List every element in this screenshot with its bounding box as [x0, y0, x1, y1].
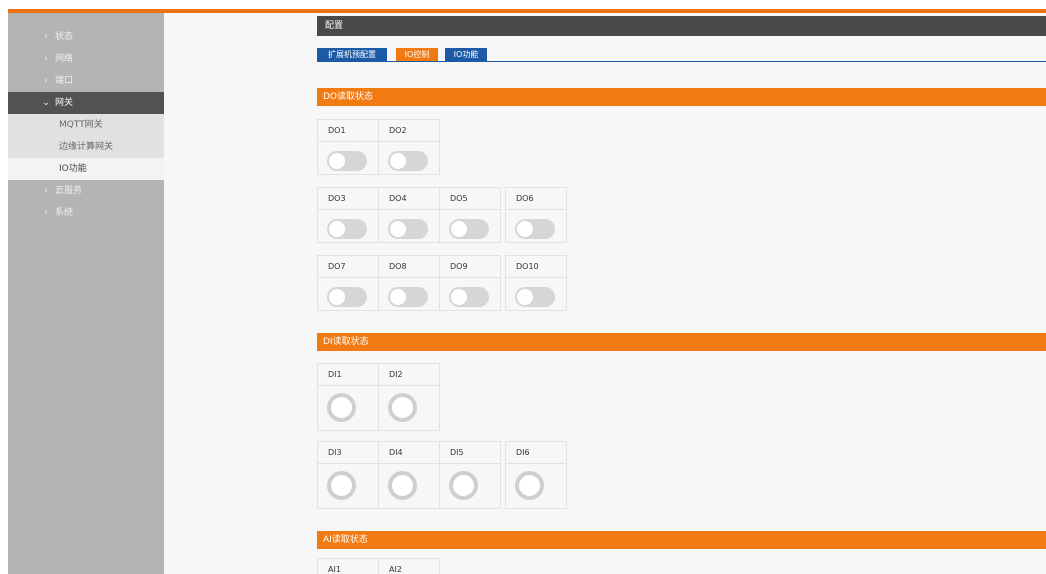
do4-toggle[interactable] — [388, 219, 428, 239]
do-section-header: DO读取状态 — [317, 88, 1046, 106]
di-cell: DI5 — [439, 441, 501, 509]
di4-status-indicator — [388, 471, 417, 500]
di3-status-indicator — [327, 471, 356, 500]
chevron-right-icon: › — [44, 54, 48, 64]
sidebar-item-label: 端口 — [55, 76, 74, 86]
do-label: DO9 — [440, 256, 500, 278]
do-cell: DO1 — [317, 119, 379, 175]
di-label: DI2 — [379, 364, 439, 386]
do7-toggle[interactable] — [327, 287, 367, 307]
do-cell: DO10 — [505, 255, 567, 311]
di-label: DI1 — [318, 364, 378, 386]
do8-toggle[interactable] — [388, 287, 428, 307]
chevron-right-icon: › — [44, 76, 48, 86]
do-label: DO5 — [440, 188, 500, 210]
main-panel: 配置 扩展机预配置 IO控制 IO功能 DO读取状态 DO1 DO2 DO3 D… — [164, 13, 1046, 574]
sidebar-subitem-mqtt-gateway[interactable]: MQTT网关 — [8, 114, 164, 136]
toggle-knob — [517, 221, 533, 237]
sidebar-item-gateway[interactable]: ⌄ 网关 — [8, 92, 164, 114]
do-label: DO8 — [379, 256, 439, 278]
toggle-knob — [451, 221, 467, 237]
do-cell: DO3 — [317, 187, 379, 243]
toggle-knob — [451, 289, 467, 305]
tab-io-control[interactable]: IO控制 — [396, 48, 438, 61]
do-cell: DO7 — [317, 255, 379, 311]
sidebar-item-label: 系统 — [55, 208, 74, 218]
di-section-header: DI读取状态 — [317, 333, 1046, 351]
do3-toggle[interactable] — [327, 219, 367, 239]
do-cell: DO8 — [378, 255, 440, 311]
di-cell: DI4 — [378, 441, 440, 509]
do-label: DO4 — [379, 188, 439, 210]
sidebar-item-status[interactable]: › 状态 — [8, 26, 164, 48]
di-cell: DI1 — [317, 363, 379, 431]
toggle-knob — [390, 289, 406, 305]
di6-status-indicator — [515, 471, 544, 500]
ai-cell: AI1 — [317, 558, 379, 574]
chevron-right-icon: › — [44, 208, 48, 218]
di2-status-indicator — [388, 393, 417, 422]
toggle-knob — [390, 221, 406, 237]
chevron-right-icon: › — [44, 186, 48, 196]
do-label: DO1 — [318, 120, 378, 142]
do-label: DO2 — [379, 120, 439, 142]
do5-toggle[interactable] — [449, 219, 489, 239]
do-cell: DO6 — [505, 187, 567, 243]
chevron-right-icon: › — [44, 32, 48, 42]
toggle-knob — [517, 289, 533, 305]
do-cell: DO5 — [439, 187, 501, 243]
do-label: DO6 — [506, 188, 566, 210]
sidebar-item-label: 网关 — [55, 98, 74, 108]
sidebar-item-cloud-service[interactable]: › 云服务 — [8, 180, 164, 202]
sidebar-item-label: 状态 — [55, 32, 74, 42]
ai-label: AI2 — [379, 559, 439, 574]
sidebar-subitem-edge-computing-gateway[interactable]: 边缘计算网关 — [8, 136, 164, 158]
di-label: DI6 — [506, 442, 566, 464]
di5-status-indicator — [449, 471, 478, 500]
do9-toggle[interactable] — [449, 287, 489, 307]
di-label: DI5 — [440, 442, 500, 464]
do-label: DO7 — [318, 256, 378, 278]
do-label: DO3 — [318, 188, 378, 210]
do10-toggle[interactable] — [515, 287, 555, 307]
chevron-down-icon: ⌄ — [42, 98, 50, 108]
do-cell: DO2 — [378, 119, 440, 175]
do-cell: DO9 — [439, 255, 501, 311]
sidebar-subitem-io-function[interactable]: IO功能 — [8, 158, 164, 180]
di-cell: DI6 — [505, 441, 567, 509]
page-title: 配置 — [317, 16, 1046, 36]
do6-toggle[interactable] — [515, 219, 555, 239]
ai-cell: AI2 — [378, 558, 440, 574]
ai-label: AI1 — [318, 559, 378, 574]
di1-status-indicator — [327, 393, 356, 422]
sidebar-item-system[interactable]: › 系统 — [8, 202, 164, 224]
do-label: DO10 — [506, 256, 566, 278]
tab-bar: 扩展机预配置 IO控制 IO功能 — [317, 48, 1046, 62]
toggle-knob — [329, 289, 345, 305]
toggle-knob — [329, 221, 345, 237]
sidebar-item-label: 云服务 — [55, 186, 83, 196]
di-cell: DI3 — [317, 441, 379, 509]
sidebar-item-network[interactable]: › 网络 — [8, 48, 164, 70]
do2-toggle[interactable] — [388, 151, 428, 171]
do-cell: DO4 — [378, 187, 440, 243]
tab-io-function[interactable]: IO功能 — [445, 48, 487, 61]
sidebar: › 状态 › 网络 › 端口 ⌄ 网关 MQTT网关 边缘计算网关 IO功能 › 云服务 … — [8, 13, 164, 574]
di-label: DI3 — [318, 442, 378, 464]
sidebar-item-label: 网络 — [55, 54, 74, 64]
tab-expansion-preconfig[interactable]: 扩展机预配置 — [317, 48, 387, 61]
di-label: DI4 — [379, 442, 439, 464]
di-cell: DI2 — [378, 363, 440, 431]
sidebar-item-port[interactable]: › 端口 — [8, 70, 164, 92]
toggle-knob — [390, 153, 406, 169]
do1-toggle[interactable] — [327, 151, 367, 171]
ai-section-header: AI读取状态 — [317, 531, 1046, 549]
toggle-knob — [329, 153, 345, 169]
